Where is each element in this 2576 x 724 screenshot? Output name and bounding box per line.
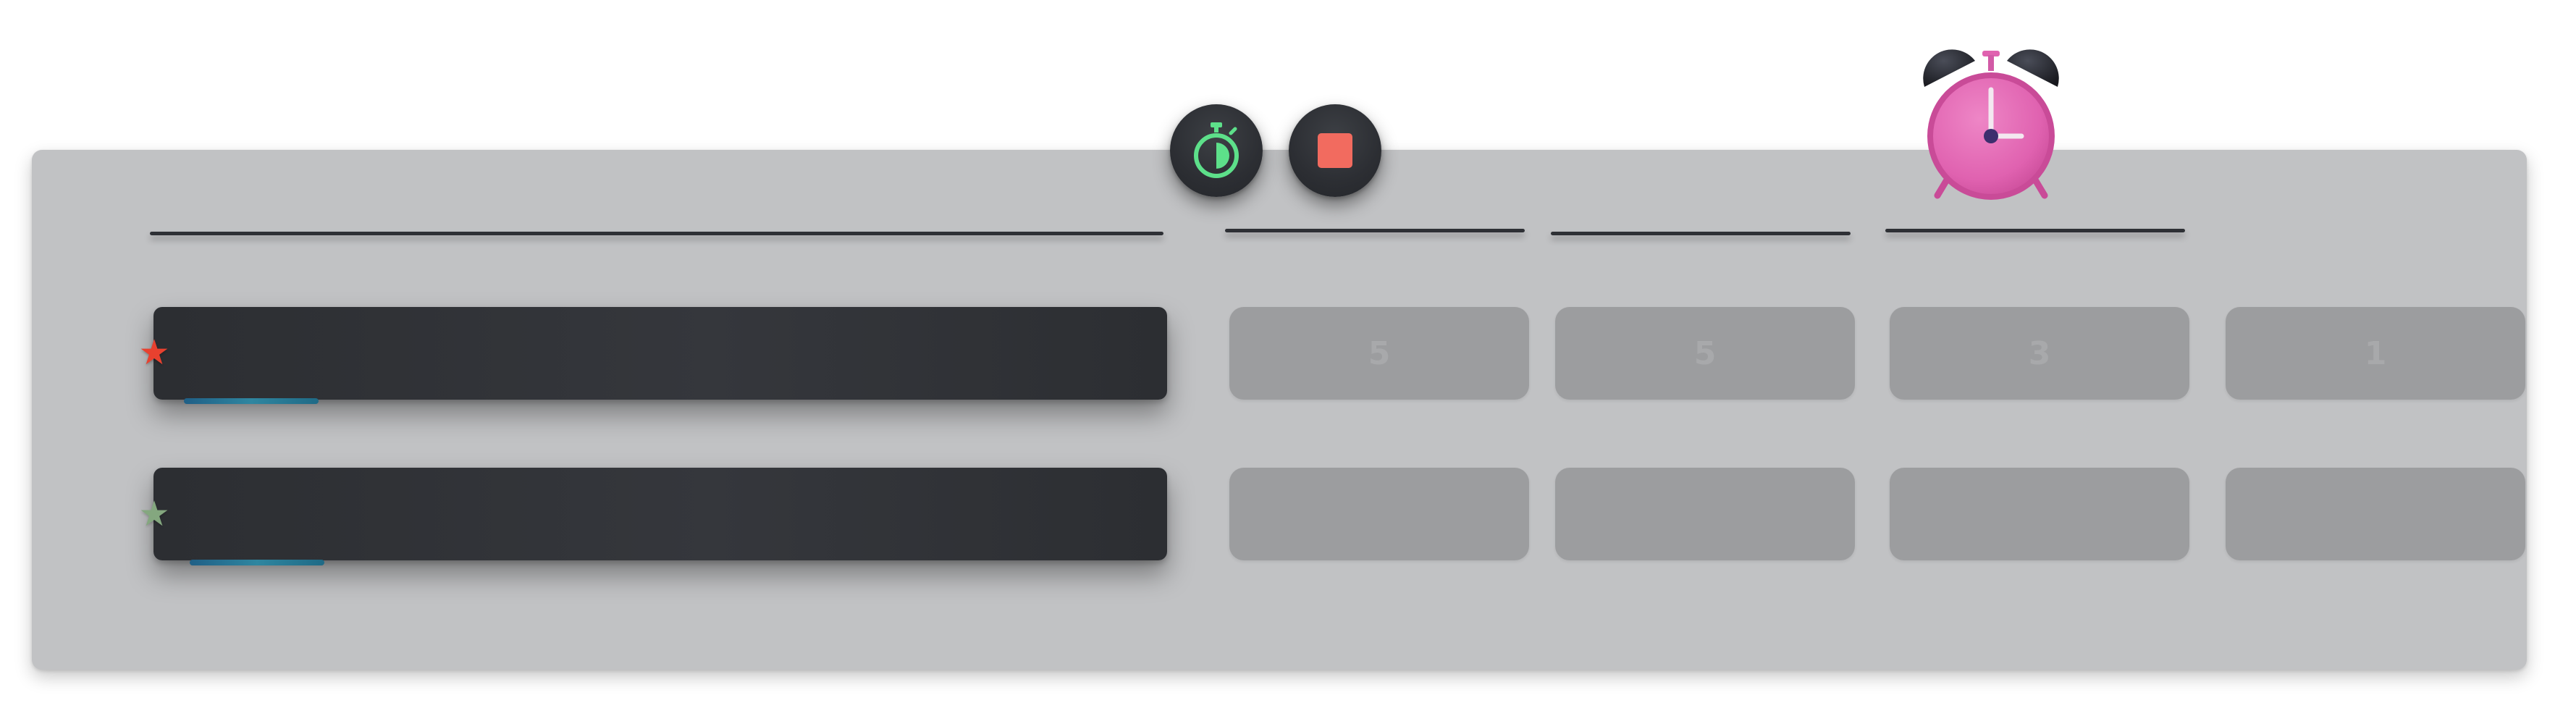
alarm-clock-icon[interactable] bbox=[1911, 43, 2071, 210]
score-cell[interactable] bbox=[2226, 468, 2525, 560]
column-header-2 bbox=[1551, 232, 1851, 235]
score-cell[interactable]: 3 bbox=[1890, 307, 2189, 400]
score-cell[interactable] bbox=[1890, 468, 2189, 560]
score-cell[interactable]: 5 bbox=[1555, 307, 1855, 400]
score-cell[interactable]: 5 bbox=[1229, 307, 1529, 400]
stopwatch-icon bbox=[1194, 122, 1239, 178]
stop-icon bbox=[1318, 133, 1352, 168]
board-panel bbox=[32, 150, 2527, 670]
column-header-3 bbox=[1885, 229, 2185, 232]
task-bar[interactable] bbox=[153, 468, 1167, 560]
score-cell[interactable]: 1 bbox=[2226, 307, 2525, 400]
progress-bar bbox=[190, 560, 324, 565]
progress-bar bbox=[184, 398, 319, 404]
task-bar[interactable] bbox=[153, 307, 1167, 400]
column-header-1 bbox=[1225, 229, 1525, 232]
column-header-task bbox=[150, 232, 1163, 235]
score-cell[interactable] bbox=[1229, 468, 1529, 560]
score-cell[interactable] bbox=[1555, 468, 1855, 560]
timer-button[interactable] bbox=[1170, 104, 1263, 197]
stop-button[interactable] bbox=[1289, 104, 1381, 197]
star-icon[interactable]: ★ bbox=[137, 335, 172, 370]
star-icon[interactable]: ★ bbox=[137, 497, 172, 531]
